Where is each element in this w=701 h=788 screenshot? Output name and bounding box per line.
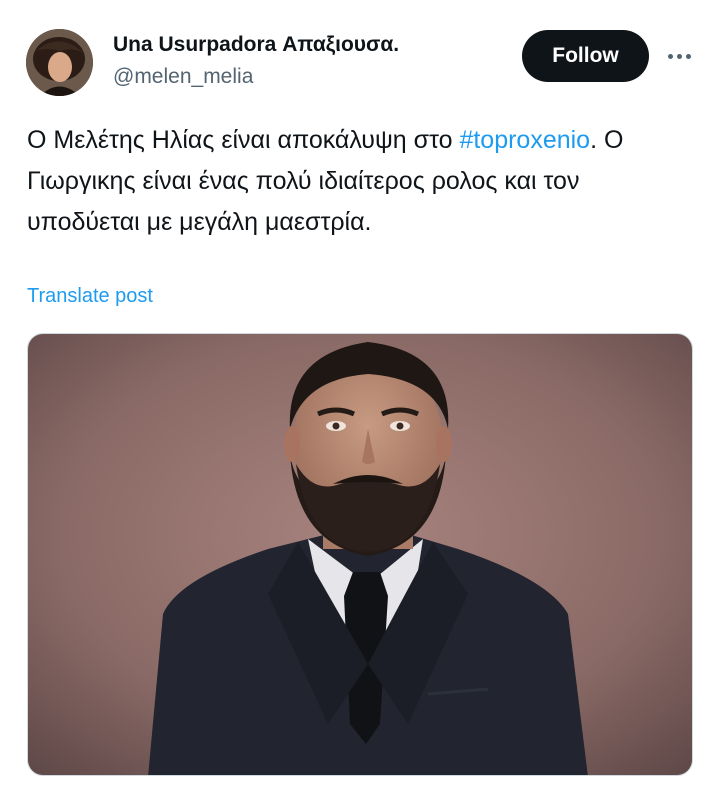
avatar[interactable]	[26, 29, 93, 96]
post-image[interactable]	[27, 333, 693, 776]
post-text-before: Ο Μελέτης Ηλίας είναι αποκάλυψη στο	[27, 126, 460, 154]
hashtag-link[interactable]: #toproxenio	[459, 126, 590, 154]
dot	[685, 53, 691, 59]
display-name[interactable]: Una Usurpadora Απαξιουσα.	[113, 31, 399, 59]
dot	[667, 53, 673, 59]
more-options-icon[interactable]	[662, 44, 696, 68]
follow-button[interactable]: Follow	[522, 30, 649, 82]
translate-post-link[interactable]: Translate post	[27, 285, 153, 308]
dot	[676, 53, 682, 59]
author-names: Una Usurpadora Απαξιουσα. @melen_melia	[113, 31, 399, 91]
user-handle[interactable]: @melen_melia	[113, 63, 399, 91]
tweet: Una Usurpadora Απαξιουσα. @melen_melia F…	[0, 0, 701, 788]
post-text: Ο Μελέτης Ηλίας είναι αποκάλυψη στο #top…	[27, 120, 667, 243]
